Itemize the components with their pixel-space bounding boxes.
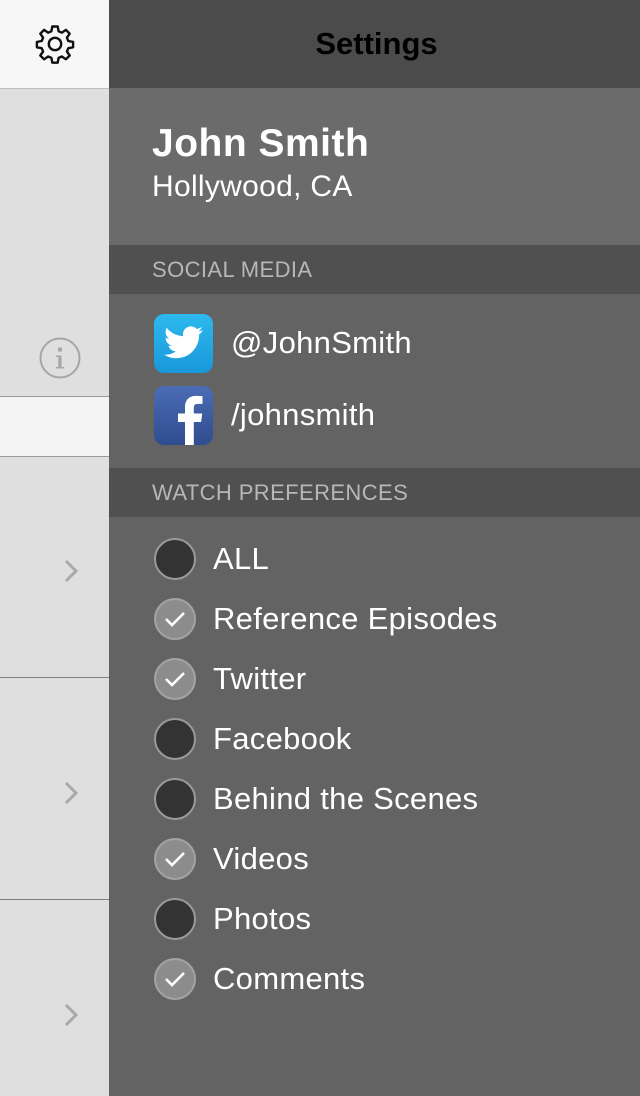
profile-card: John Smith Hollywood, CA bbox=[109, 88, 640, 245]
divider bbox=[0, 677, 109, 678]
selected-list-row[interactable] bbox=[0, 396, 109, 457]
preference-checkbox[interactable] bbox=[154, 898, 196, 940]
app-screen: Settings John Smith Hollywood, CA SOCIAL… bbox=[0, 0, 640, 1096]
chevron-right-icon[interactable] bbox=[62, 780, 80, 806]
preference-item[interactable]: Behind the Scenes bbox=[154, 776, 478, 822]
facebook-handle: /johnsmith bbox=[231, 397, 376, 432]
preference-label: Facebook bbox=[213, 721, 352, 756]
social-account-facebook[interactable]: /johnsmith bbox=[154, 385, 375, 445]
section-header-label: SOCIAL MEDIA bbox=[152, 257, 313, 282]
profile-name: John Smith bbox=[152, 122, 370, 165]
preference-label: Photos bbox=[213, 901, 312, 936]
preference-label: Comments bbox=[213, 961, 366, 996]
preference-checkbox[interactable] bbox=[154, 958, 196, 1000]
preference-checkbox[interactable] bbox=[154, 778, 196, 820]
settings-panel: Settings John Smith Hollywood, CA SOCIAL… bbox=[109, 0, 640, 1096]
section-header-label: WATCH PREFERENCES bbox=[152, 480, 409, 505]
preference-item[interactable]: Twitter bbox=[154, 656, 306, 702]
checkmark-icon bbox=[165, 972, 185, 987]
gear-icon bbox=[35, 25, 74, 64]
preference-checkbox[interactable] bbox=[154, 538, 196, 580]
preference-label: Videos bbox=[213, 841, 310, 876]
chevron-right-icon[interactable] bbox=[62, 558, 80, 584]
preference-label: Reference Episodes bbox=[213, 601, 498, 636]
preference-item[interactable]: Photos bbox=[154, 896, 311, 942]
preference-checkbox[interactable] bbox=[154, 658, 196, 700]
preference-checkbox[interactable] bbox=[154, 838, 196, 880]
preference-label: Twitter bbox=[213, 661, 307, 696]
preference-checkbox[interactable] bbox=[154, 718, 196, 760]
twitter-handle: @JohnSmith bbox=[231, 325, 412, 360]
chevron-right-icon[interactable] bbox=[62, 1002, 80, 1028]
preference-item[interactable]: Facebook bbox=[154, 716, 352, 762]
preference-item[interactable]: ALL bbox=[154, 536, 269, 582]
navigation-bar: Settings bbox=[109, 0, 640, 88]
preference-label: Behind the Scenes bbox=[213, 781, 479, 816]
preference-item[interactable]: Reference Episodes bbox=[154, 596, 498, 642]
preference-item[interactable]: Comments bbox=[154, 956, 365, 1002]
info-icon[interactable] bbox=[39, 337, 81, 379]
twitter-logo-icon bbox=[154, 313, 213, 373]
checkmark-icon bbox=[165, 672, 185, 687]
social-account-twitter[interactable]: @JohnSmith bbox=[154, 313, 412, 373]
profile-location: Hollywood, CA bbox=[152, 170, 353, 203]
page-title: Settings bbox=[315, 26, 438, 61]
preference-label: ALL bbox=[213, 541, 270, 576]
section-header-social-media: SOCIAL MEDIA bbox=[109, 245, 640, 294]
section-header-watch-preferences: WATCH PREFERENCES bbox=[109, 468, 640, 517]
preference-checkbox[interactable] bbox=[154, 598, 196, 640]
divider bbox=[0, 899, 109, 900]
main-view-strip bbox=[0, 0, 109, 1096]
checkmark-icon bbox=[165, 612, 185, 627]
preference-item[interactable]: Videos bbox=[154, 836, 309, 882]
checkmark-icon bbox=[165, 852, 185, 867]
settings-toggle-button[interactable] bbox=[0, 0, 109, 89]
facebook-logo-icon bbox=[154, 385, 213, 445]
